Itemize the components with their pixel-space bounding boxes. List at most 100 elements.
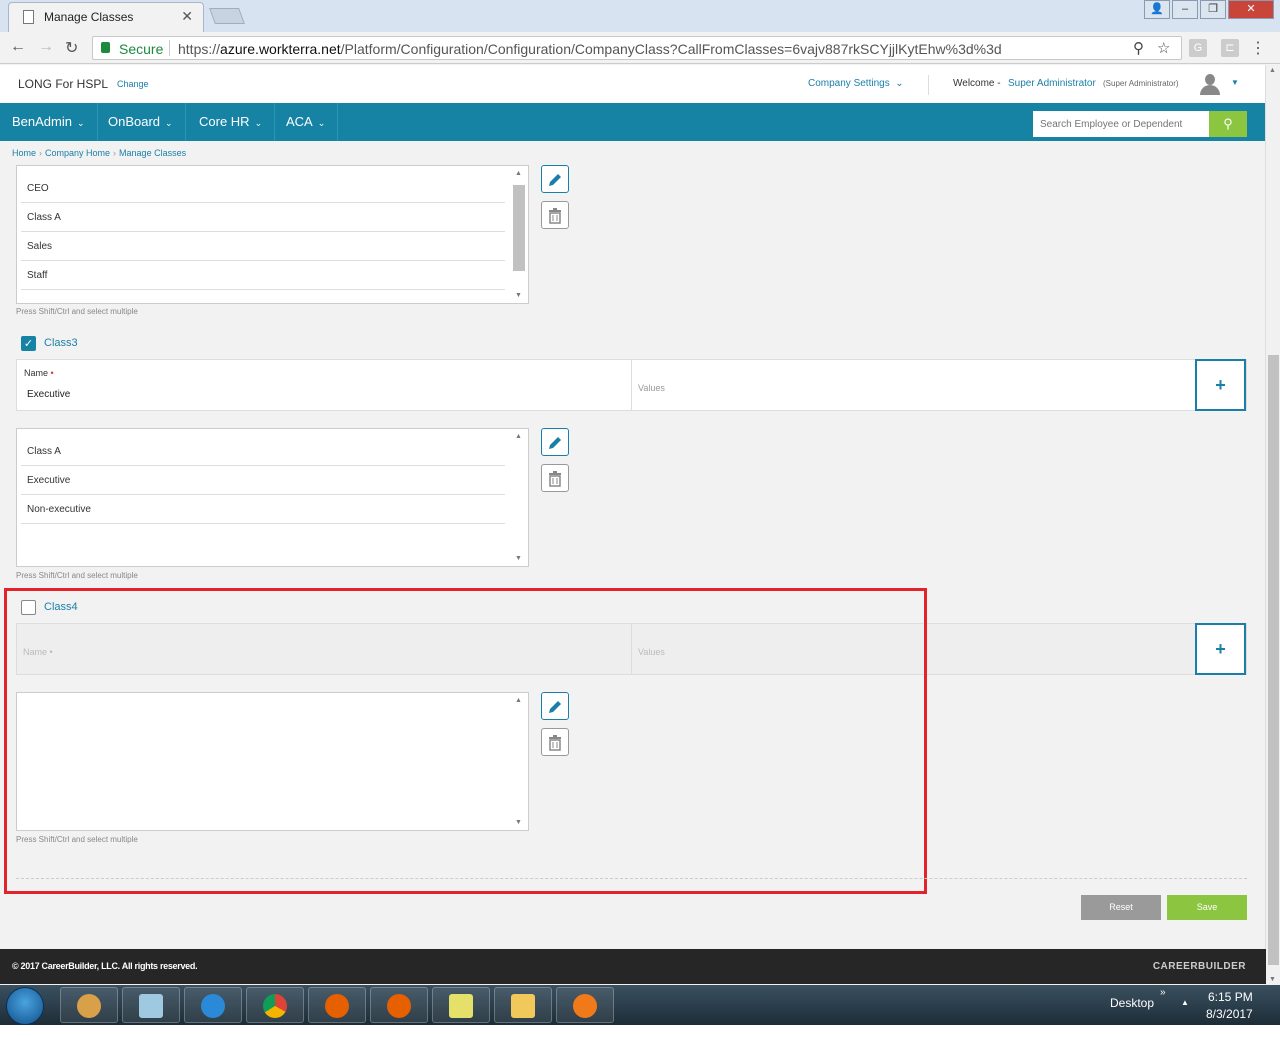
company-settings-menu[interactable]: Company Settings ⌄ — [808, 78, 904, 89]
extension-icon[interactable]: ⊏ — [1221, 39, 1239, 57]
breadcrumb-manage-classes[interactable]: Manage Classes — [119, 148, 186, 158]
delete-button[interactable] — [541, 201, 569, 229]
add-value-button[interactable]: + — [1195, 359, 1246, 411]
pencil-icon — [549, 437, 561, 449]
class3-name-cell[interactable]: Name • Executive — [17, 360, 632, 410]
edit-button[interactable] — [541, 165, 569, 193]
tab-title: Manage Classes — [44, 10, 134, 24]
restore-button[interactable]: ❐ — [1200, 0, 1226, 19]
firefox-app-icon[interactable] — [308, 987, 366, 1023]
search-input[interactable] — [1033, 111, 1209, 137]
desktop-toolbar[interactable]: Desktop — [1110, 996, 1154, 1010]
breadcrumb-home[interactable]: Home — [12, 148, 36, 158]
listbox-scrollbar[interactable]: ▲ ▼ — [513, 170, 525, 299]
ie-app-icon[interactable] — [184, 987, 242, 1023]
divider — [928, 75, 929, 95]
chrome-app-icon[interactable] — [246, 987, 304, 1023]
clock-time[interactable]: 6:15 PM — [1208, 990, 1253, 1004]
os-taskbar: Desktop » ▲ 6:15 PM 8/3/2017 — [0, 985, 1280, 1025]
app-header: LONG For HSPL Change Company Settings ⌄ … — [0, 65, 1266, 103]
highlight-annotation — [4, 588, 927, 894]
delete-button[interactable] — [541, 464, 569, 492]
reset-button[interactable]: Reset — [1081, 895, 1161, 920]
user-role: (Super Administrator) — [1103, 79, 1179, 88]
nav-benadmin[interactable]: BenAdmin ⌄ — [0, 103, 98, 141]
list-item[interactable]: Class A — [21, 437, 505, 466]
chevron-down-icon[interactable]: ▼ — [1231, 78, 1239, 87]
secure-label: Secure — [119, 41, 164, 57]
welcome-text: Welcome - — [953, 78, 1001, 89]
search-button[interactable]: ⚲ — [1209, 111, 1247, 137]
list-item[interactable] — [21, 290, 505, 303]
add-value-button[interactable]: + — [1195, 623, 1246, 675]
copyright: © 2017 CareerBuilder, LLC. All rights re… — [12, 961, 198, 971]
avatar[interactable] — [1199, 74, 1221, 96]
trash-icon — [549, 208, 561, 224]
firefox-app-icon[interactable] — [370, 987, 428, 1023]
multi-select-hint: Press Shift/Ctrl and select multiple — [16, 571, 138, 580]
user-name-link[interactable]: Super Administrator — [1008, 78, 1096, 89]
breadcrumb-company-home[interactable]: Company Home — [45, 148, 110, 158]
back-icon[interactable]: ← — [10, 38, 26, 56]
listbox-scrollbar[interactable]: ▲ ▼ — [513, 433, 525, 562]
multi-select-hint: Press Shift/Ctrl and select multiple — [16, 307, 138, 316]
new-tab-button[interactable] — [209, 8, 245, 24]
change-company-link[interactable]: Change — [117, 79, 149, 89]
close-window-button[interactable]: ✕ — [1228, 0, 1274, 19]
footer: © 2017 CareerBuilder, LLC. All rights re… — [0, 949, 1266, 984]
page-icon — [23, 10, 34, 24]
nav-core-hr[interactable]: Core HR ⌄ — [187, 103, 276, 141]
app-icon[interactable] — [556, 987, 614, 1023]
class-values-listbox[interactable]: CEO Class A Sales Staff ▲ ▼ — [16, 165, 529, 304]
company-name: LONG For HSPL — [18, 77, 109, 91]
zoom-icon[interactable]: ⚲ — [1133, 39, 1144, 57]
list-item[interactable]: Class A — [21, 203, 505, 232]
careerbuilder-logo: CAREERBUILDER — [1152, 961, 1246, 972]
file-explorer-app-icon[interactable] — [494, 987, 552, 1023]
menu-icon[interactable]: ⋮ — [1250, 38, 1266, 58]
page-scrollbar[interactable]: ▲ ▼ — [1265, 65, 1280, 985]
class3-form-row: Name • Executive Values + — [16, 359, 1247, 411]
lock-icon — [101, 42, 110, 53]
values-placeholder: Values — [638, 383, 665, 393]
minimize-button[interactable]: – — [1172, 0, 1198, 19]
tray-expand-icon[interactable]: ▲ — [1181, 998, 1189, 1007]
name-label: Name • — [24, 368, 54, 378]
divider — [16, 878, 1247, 879]
url-text: https://azure.workterra.net/Platform/Con… — [178, 41, 1002, 57]
notepad-app-icon[interactable] — [122, 987, 180, 1023]
browser-toolbar: ← → ↻ Secure https://azure.workterra.net… — [0, 32, 1280, 64]
address-bar[interactable]: Secure https://azure.workterra.net/Platf… — [92, 36, 1182, 60]
class3-values-listbox[interactable]: Class A Executive Non-executive ▲ ▼ — [16, 428, 529, 567]
user-profile-icon[interactable]: 👤 — [1144, 0, 1170, 19]
browser-tabbar: Manage Classes ✕ 👤 – ❐ ✕ — [0, 0, 1280, 32]
list-item[interactable]: Staff — [21, 261, 505, 290]
list-item[interactable]: Non-executive — [21, 495, 505, 524]
nav-onboard[interactable]: OnBoard ⌄ — [96, 103, 186, 141]
edit-button[interactable] — [541, 428, 569, 456]
sticky-notes-app-icon[interactable] — [432, 987, 490, 1023]
save-button[interactable]: Save — [1167, 895, 1247, 920]
pencil-icon — [549, 174, 561, 186]
trash-icon — [549, 471, 561, 487]
list-item[interactable]: Sales — [21, 232, 505, 261]
forward-icon[interactable]: → — [38, 38, 54, 56]
class3-name-value[interactable]: Executive — [27, 389, 70, 400]
list-item[interactable]: CEO — [21, 174, 505, 203]
nav-aca[interactable]: ACA ⌄ — [274, 103, 339, 141]
bookmark-star-icon[interactable]: ☆ — [1157, 39, 1170, 57]
search-icon: ⚲ — [1223, 116, 1233, 131]
divider — [169, 40, 170, 56]
start-button[interactable] — [6, 987, 44, 1025]
paint-app-icon[interactable] — [60, 987, 118, 1023]
reload-icon[interactable]: ↻ — [65, 38, 78, 58]
chevron-right-icon[interactable]: » — [1160, 987, 1166, 998]
clock-date[interactable]: 8/3/2017 — [1206, 1007, 1253, 1021]
class3-values-field[interactable]: Values — [632, 360, 1196, 410]
class3-checkbox[interactable]: ✓ — [21, 336, 36, 351]
close-tab-icon[interactable]: ✕ — [181, 8, 193, 25]
extension-g-icon[interactable]: G — [1189, 39, 1207, 57]
window-controls: 👤 – ❐ ✕ — [1142, 0, 1274, 20]
list-item[interactable]: Executive — [21, 466, 505, 495]
browser-tab[interactable]: Manage Classes ✕ — [8, 2, 204, 32]
